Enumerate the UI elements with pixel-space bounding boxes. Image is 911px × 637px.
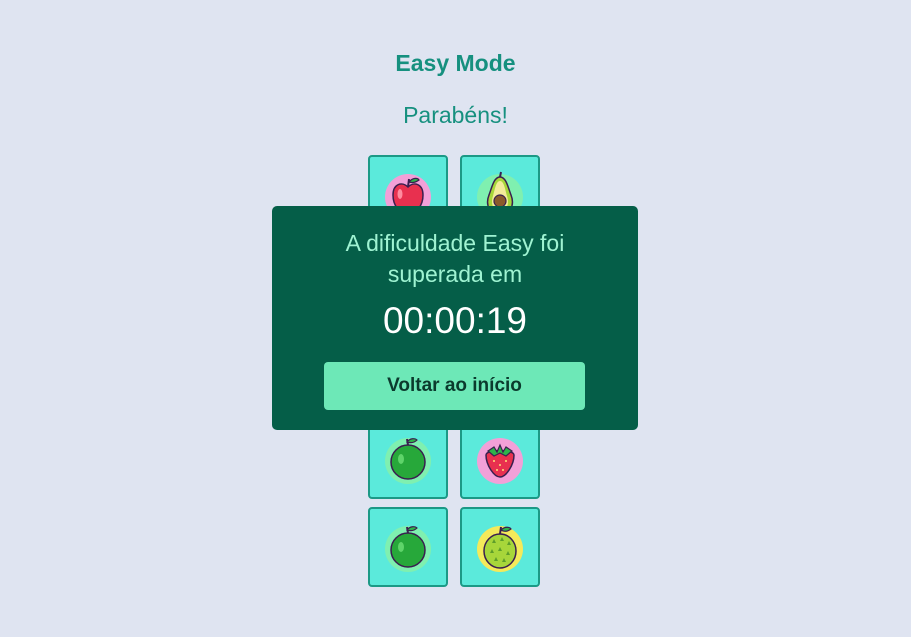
card-durian[interactable] (460, 507, 540, 587)
card-lime[interactable] (368, 507, 448, 587)
durian-icon (477, 526, 523, 572)
card-lime[interactable] (368, 419, 448, 499)
back-to-start-button[interactable]: Voltar ao início (324, 362, 585, 410)
card-strawberry[interactable] (460, 419, 540, 499)
lime-icon (385, 526, 431, 572)
congrats-subtitle: Parabéns! (403, 102, 508, 128)
elapsed-time: 00:00:19 (382, 300, 528, 341)
strawberry-icon (477, 438, 523, 484)
victory-modal: A dificuldade Easy foi superada em 00:00… (272, 206, 638, 430)
page-title: Easy Mode (395, 50, 516, 76)
victory-message: A dificuldade Easy foi superada em (345, 230, 565, 287)
lime-icon (385, 438, 431, 484)
